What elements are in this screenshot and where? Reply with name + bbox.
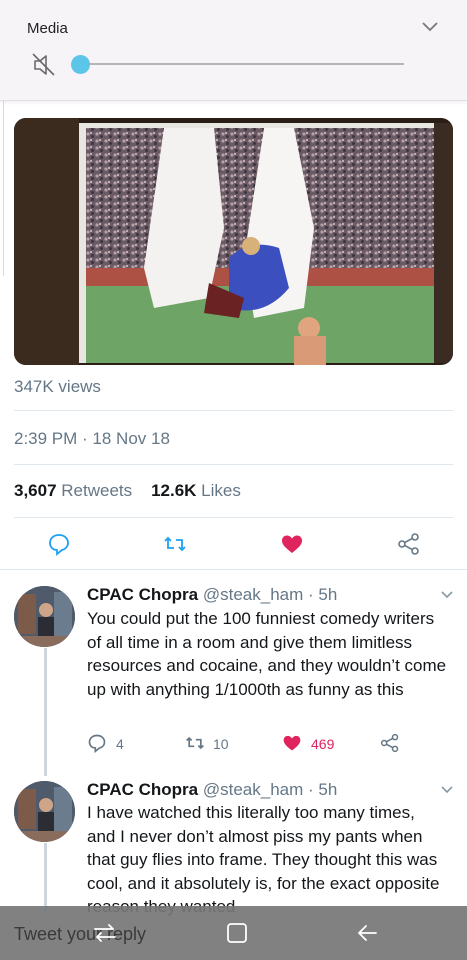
chevron-down-icon[interactable] xyxy=(421,20,439,34)
author-name[interactable]: CPAC Chopra xyxy=(87,585,198,604)
tweet-author[interactable]: CPAC Chopra @steak_ham · 5h xyxy=(87,585,337,605)
author-handle[interactable]: @steak_ham · 5h xyxy=(203,585,337,604)
divider xyxy=(14,464,453,465)
divider xyxy=(14,410,453,411)
avatar[interactable] xyxy=(14,781,75,842)
reply-count: 4 xyxy=(116,736,124,752)
like-count: 469 xyxy=(311,736,335,752)
media-volume-panel: Media xyxy=(0,0,467,101)
divider xyxy=(0,569,467,570)
tweet-text: I have watched this literally too many t… xyxy=(87,803,440,916)
thread-line xyxy=(44,648,47,776)
reply-icon[interactable] xyxy=(87,733,107,753)
share-icon[interactable] xyxy=(397,532,421,556)
share-icon[interactable] xyxy=(380,733,400,753)
engagement-counts: 3,607 Retweets 12.6K Likes xyxy=(14,481,241,501)
like-count[interactable]: 12.6K xyxy=(151,481,196,500)
recents-icon[interactable] xyxy=(92,921,118,945)
mute-icon[interactable] xyxy=(31,52,57,78)
author-handle[interactable]: @steak_ham · 5h xyxy=(203,780,337,799)
tweet-author[interactable]: CPAC Chopra @steak_ham · 5h xyxy=(87,780,337,800)
chevron-down-icon[interactable] xyxy=(440,590,454,600)
home-icon[interactable] xyxy=(226,922,248,944)
view-count: 347K views xyxy=(14,377,101,396)
thread-line xyxy=(44,843,47,913)
author-name[interactable]: CPAC Chopra xyxy=(87,780,198,799)
volume-slider-thumb[interactable] xyxy=(71,55,90,74)
divider xyxy=(14,517,453,518)
side-edge xyxy=(0,100,4,276)
heart-icon[interactable] xyxy=(280,532,304,556)
back-icon[interactable] xyxy=(355,922,379,944)
heart-icon[interactable] xyxy=(282,733,302,753)
volume-slider-track[interactable] xyxy=(81,63,404,65)
chevron-down-icon[interactable] xyxy=(440,785,454,795)
retweet-icon[interactable] xyxy=(185,733,205,753)
retweet-count: 10 xyxy=(213,736,229,752)
avatar-image xyxy=(14,781,75,842)
retweet-count[interactable]: 3,607 xyxy=(14,481,57,500)
video-frame xyxy=(14,118,453,365)
tweet-text: You could put the 100 funniest comedy wr… xyxy=(87,609,447,699)
likes-label[interactable]: Likes xyxy=(201,481,241,500)
tweet-timestamp: 2:39 PM · 18 Nov 18 xyxy=(14,429,170,448)
avatar[interactable] xyxy=(14,586,75,647)
avatar-image xyxy=(14,586,75,647)
tweet-video[interactable] xyxy=(14,118,453,365)
reply-icon[interactable] xyxy=(47,532,71,556)
retweet-icon[interactable] xyxy=(163,532,187,556)
retweets-label[interactable]: Retweets xyxy=(61,481,132,500)
reply-input-placeholder[interactable]: Tweet your reply xyxy=(14,924,146,945)
media-label: Media xyxy=(27,20,68,37)
